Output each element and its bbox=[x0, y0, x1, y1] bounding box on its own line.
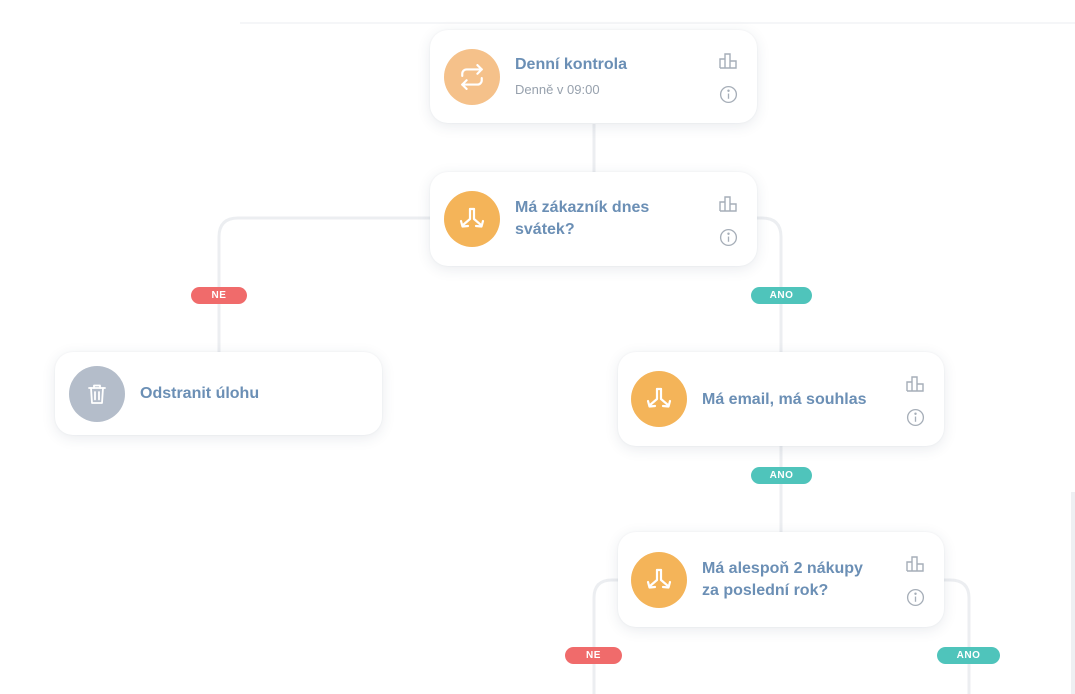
branch-yes-badge[interactable]: ANO bbox=[751, 467, 812, 484]
node-title: Má zákazník dnes svátek? bbox=[515, 199, 650, 238]
info-icon[interactable] bbox=[905, 587, 925, 607]
node-title: Odstranit úlohu bbox=[140, 385, 260, 402]
node-subtitle: Denně v 09:00 bbox=[515, 82, 600, 97]
node-title: Má alespoň 2 nákupy za poslední rok? bbox=[702, 560, 863, 599]
node-name-day-condition[interactable]: Má zákazník dnes svátek? bbox=[430, 172, 757, 266]
connector-branch-no bbox=[217, 216, 430, 352]
condition-circle bbox=[631, 552, 687, 608]
connector-branch-yes bbox=[756, 216, 783, 352]
split-icon bbox=[646, 387, 672, 408]
branch-no-badge[interactable]: NE bbox=[191, 287, 247, 304]
trigger-circle bbox=[444, 49, 500, 105]
info-icon[interactable] bbox=[718, 84, 738, 104]
stats-icon[interactable] bbox=[718, 50, 738, 70]
branch-yes-badge[interactable]: ANO bbox=[937, 647, 1000, 664]
info-icon[interactable] bbox=[905, 407, 925, 427]
branch-yes-badge[interactable]: ANO bbox=[751, 287, 812, 304]
split-icon bbox=[646, 568, 672, 589]
repeat-icon bbox=[461, 64, 483, 90]
connector-purchases-yes bbox=[944, 578, 971, 694]
branch-no-badge[interactable]: NE bbox=[565, 647, 622, 664]
condition-circle bbox=[444, 191, 500, 247]
stats-icon[interactable] bbox=[718, 193, 738, 213]
info-icon[interactable] bbox=[718, 227, 738, 247]
node-email-consent-condition[interactable]: Má email, má souhlas bbox=[618, 352, 944, 446]
stats-icon[interactable] bbox=[905, 373, 925, 393]
trash-icon bbox=[88, 384, 106, 404]
node-purchases-condition[interactable]: Má alespoň 2 nákupy za poslední rok? bbox=[618, 532, 944, 627]
node-delete-task[interactable]: Odstranit úlohu bbox=[55, 352, 382, 435]
node-title: Denní kontrola bbox=[515, 56, 628, 73]
node-title: Má email, má souhlas bbox=[702, 391, 867, 408]
condition-circle bbox=[631, 371, 687, 427]
split-icon bbox=[459, 207, 485, 228]
stats-icon[interactable] bbox=[905, 553, 925, 573]
action-circle bbox=[69, 366, 125, 422]
node-daily-check[interactable]: Denní kontrola Denně v 09:00 bbox=[430, 30, 757, 123]
connector-purchases-no bbox=[592, 578, 618, 694]
